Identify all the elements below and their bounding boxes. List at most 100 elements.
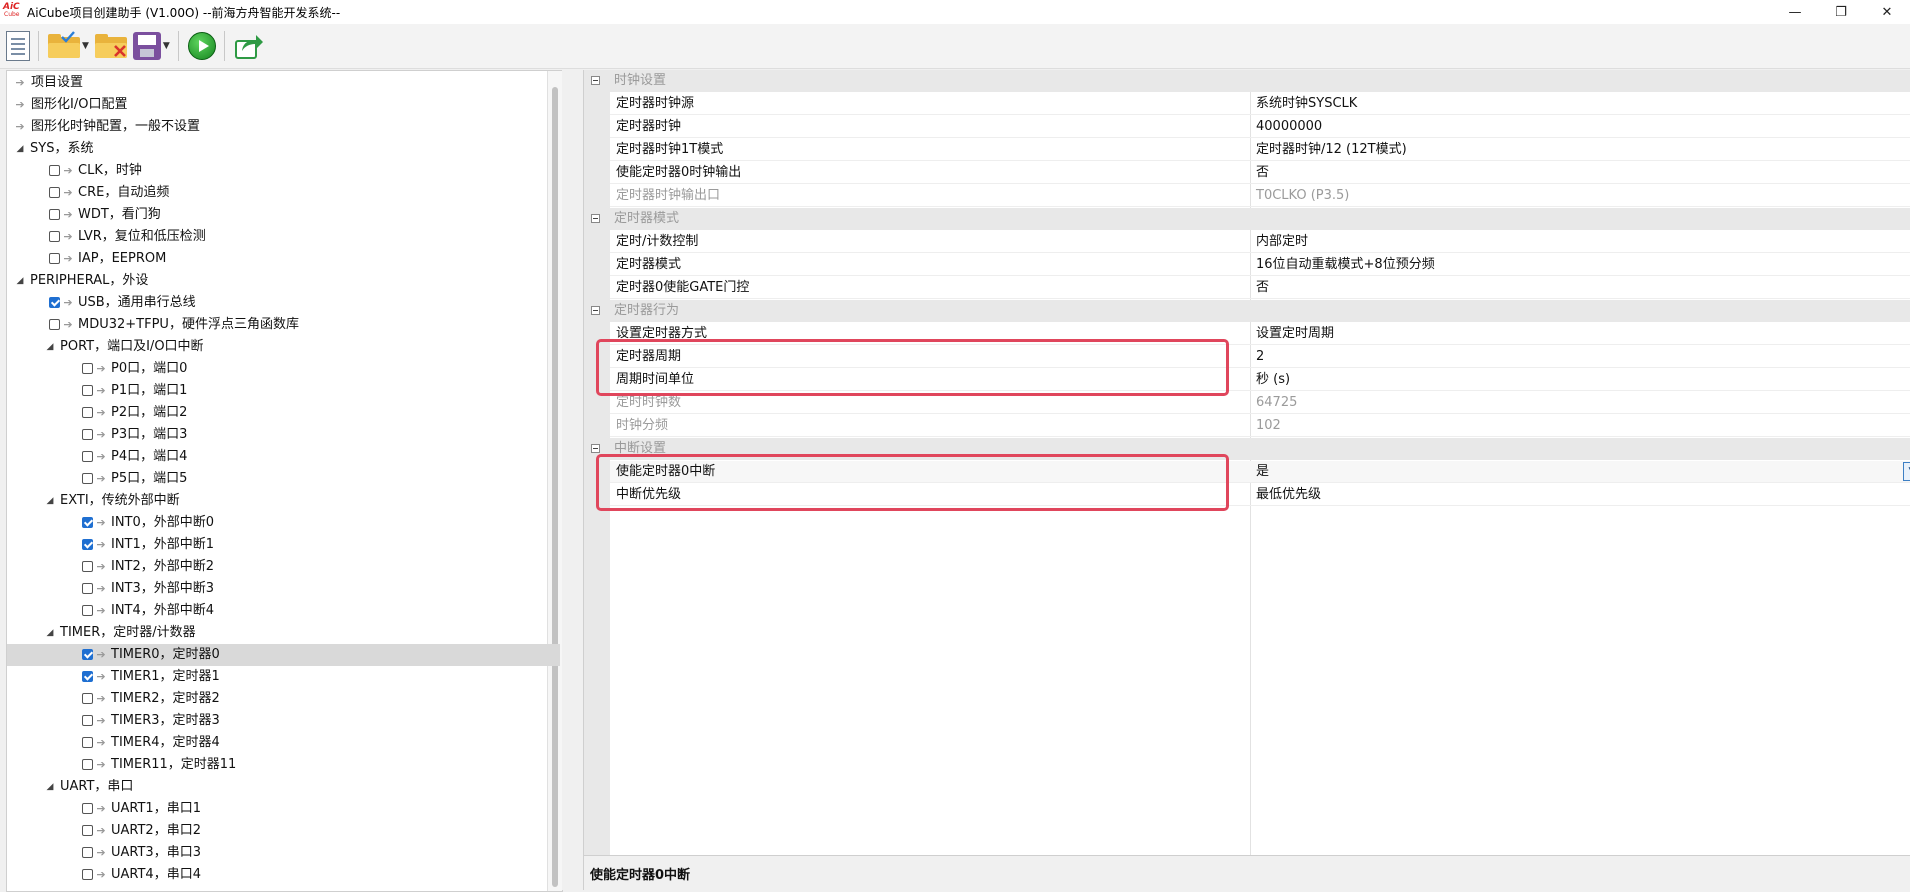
property-row[interactable]: 定时器时钟输出口 T0CLKO (P3.5) <box>610 185 1910 207</box>
property-value[interactable]: 最低优先级 <box>1256 484 1321 506</box>
tree-item-checkbox[interactable] <box>82 385 93 396</box>
tree-item-checkbox[interactable] <box>82 803 93 814</box>
close-project-button[interactable] <box>94 27 127 65</box>
tree-item[interactable]: ➔ 图形化I/O口配置 <box>7 94 560 116</box>
tree-item[interactable]: ◢ UART，串口 <box>7 776 560 798</box>
tree-item[interactable]: ➔ P2口，端口2 <box>7 402 560 424</box>
tree-item-checkbox[interactable] <box>49 209 60 220</box>
property-category[interactable]: 定时器行为 <box>584 300 1910 322</box>
tree-item[interactable]: ➔ P1口，端口1 <box>7 380 560 402</box>
tree-item-checkbox[interactable] <box>82 407 93 418</box>
property-value[interactable]: 40000000 <box>1256 116 1322 138</box>
tree-item[interactable]: ➔ INT2，外部中断2 <box>7 556 560 578</box>
tree-item[interactable]: ➔ UART1，串口1 <box>7 798 560 820</box>
tree-item[interactable]: ◢ EXTI，传统外部中断 <box>7 490 560 512</box>
collapse-icon[interactable] <box>591 306 600 315</box>
property-value[interactable]: 系统时钟SYSCLK <box>1256 93 1357 115</box>
tree-item-checkbox[interactable] <box>82 451 93 462</box>
tree-item-checkbox[interactable] <box>49 187 60 198</box>
property-row[interactable]: 定时器0使能GATE门控 否 <box>610 277 1910 299</box>
tree-item[interactable]: ➔ TIMER2，定时器2 <box>7 688 560 710</box>
tree-item[interactable]: ➔ INT1，外部中断1 <box>7 534 560 556</box>
tree-item[interactable]: ◢ PORT，端口及I/O口中断 <box>7 336 560 358</box>
property-category[interactable]: 时钟设置 <box>584 70 1910 92</box>
tree-item-checkbox[interactable] <box>82 847 93 858</box>
run-button[interactable] <box>187 27 216 65</box>
expand-icon[interactable]: ◢ <box>15 270 25 292</box>
property-value[interactable]: 是 <box>1256 461 1269 483</box>
tree-item[interactable]: ➔ CRE，自动追频 <box>7 182 560 204</box>
restore-button[interactable]: ❐ <box>1818 0 1864 24</box>
tree-item[interactable]: ➔ TIMER4，定时器4 <box>7 732 560 754</box>
tree-item[interactable]: ➔ IAP，EEPROM <box>7 248 560 270</box>
tree-item[interactable]: ➔ 项目设置 <box>7 72 560 94</box>
tree-item[interactable]: ➔ INT4，外部中断4 <box>7 600 560 622</box>
property-row[interactable]: 定时器模式 16位自动重载模式+8位预分频 <box>610 254 1910 276</box>
collapse-icon[interactable] <box>591 444 600 453</box>
tree-item[interactable]: ➔ TIMER1，定时器1 <box>7 666 560 688</box>
tree-item[interactable]: ➔ P4口，端口4 <box>7 446 560 468</box>
tree-item[interactable]: ➔ P0口，端口0 <box>7 358 560 380</box>
tree-item[interactable]: ➔ UART2，串口2 <box>7 820 560 842</box>
tree-item-checkbox[interactable] <box>82 869 93 880</box>
new-project-button[interactable] <box>6 27 30 65</box>
tree-item-checkbox[interactable] <box>82 759 93 770</box>
property-row[interactable]: 定时/计数控制 内部定时 <box>610 231 1910 253</box>
property-row[interactable]: 定时器时钟源 系统时钟SYSCLK <box>610 93 1910 115</box>
tree-item-checkbox[interactable] <box>82 473 93 484</box>
property-row[interactable]: 定时器时钟 40000000 <box>610 116 1910 138</box>
tree-item[interactable]: ➔ 图形化时钟配置，一般不设置 <box>7 116 560 138</box>
tree-item-checkbox[interactable] <box>49 253 60 264</box>
minimize-button[interactable]: — <box>1772 0 1818 24</box>
tree-item-checkbox[interactable] <box>82 715 93 726</box>
property-value[interactable]: 设置定时周期 <box>1256 323 1334 345</box>
tree-item-checkbox[interactable] <box>49 231 60 242</box>
property-row[interactable]: 使能定时器0时钟输出 否 <box>610 162 1910 184</box>
tree-item[interactable]: ➔ INT0，外部中断0 <box>7 512 560 534</box>
tree-item[interactable]: ➔ INT3，外部中断3 <box>7 578 560 600</box>
tree-item-checkbox[interactable] <box>82 363 93 374</box>
tree-item-checkbox[interactable] <box>49 319 60 330</box>
open-project-button[interactable]: ▼ <box>48 27 89 65</box>
project-tree[interactable]: ➔ 项目设置 ➔ 图形化I/O口配置 ➔ 图形化时钟配置，一般不设置 ◢ SYS，系统 ➔ CLK… <box>6 70 563 892</box>
tree-item[interactable]: ◢ SYS，系统 <box>7 138 560 160</box>
tree-item-checkbox[interactable] <box>82 737 93 748</box>
property-row[interactable]: 定时器时钟1T模式 定时器时钟/12 (12T模式) <box>610 139 1910 161</box>
tree-item[interactable]: ➔ TIMER0，定时器0 <box>7 644 560 666</box>
export-button[interactable] <box>234 27 264 65</box>
tree-item[interactable]: ➔ P5口，端口5 <box>7 468 560 490</box>
property-value[interactable]: 16位自动重载模式+8位预分频 <box>1256 254 1435 276</box>
tree-item-checkbox[interactable] <box>49 297 60 308</box>
tree-item-checkbox[interactable] <box>82 429 93 440</box>
tree-item-checkbox[interactable] <box>49 165 60 176</box>
property-value[interactable]: 否 <box>1256 277 1269 299</box>
tree-item-checkbox[interactable] <box>82 561 93 572</box>
property-value[interactable]: 否 <box>1256 162 1269 184</box>
expand-icon[interactable]: ◢ <box>45 490 55 512</box>
tree-item[interactable]: ➔ USB，通用串行总线 <box>7 292 560 314</box>
property-row[interactable]: 时钟分频 102 <box>610 415 1910 437</box>
tree-item-checkbox[interactable] <box>82 671 93 682</box>
tree-item[interactable]: ➔ MDU32+TFPU，硬件浮点三角函数库 <box>7 314 560 336</box>
tree-item-checkbox[interactable] <box>82 539 93 550</box>
property-value[interactable]: 定时器时钟/12 (12T模式) <box>1256 139 1407 161</box>
panel-splitter[interactable] <box>562 70 582 890</box>
property-value[interactable]: 2 <box>1256 346 1264 368</box>
tree-item[interactable]: ➔ TIMER11，定时器11 <box>7 754 560 776</box>
tree-item-checkbox[interactable] <box>82 649 93 660</box>
property-dropdown-button[interactable]: ▼ <box>1903 462 1910 481</box>
save-project-button[interactable]: ▼ <box>132 27 170 65</box>
tree-item[interactable]: ◢ TIMER，定时器/计数器 <box>7 622 560 644</box>
tree-item[interactable]: ➔ P3口，端口3 <box>7 424 560 446</box>
tree-item[interactable]: ➔ UART3，串口3 <box>7 842 560 864</box>
tree-item-checkbox[interactable] <box>82 517 93 528</box>
open-dropdown-icon[interactable]: ▼ <box>82 41 89 51</box>
tree-item[interactable]: ➔ WDT，看门狗 <box>7 204 560 226</box>
tree-item-checkbox[interactable] <box>82 605 93 616</box>
close-button[interactable]: ✕ <box>1864 0 1910 24</box>
tree-item-checkbox[interactable] <box>82 693 93 704</box>
tree-item[interactable]: ◢ PERIPHERAL，外设 <box>7 270 560 292</box>
expand-icon[interactable]: ◢ <box>45 336 55 358</box>
collapse-icon[interactable] <box>591 76 600 85</box>
tree-item[interactable]: ➔ CLK，时钟 <box>7 160 560 182</box>
